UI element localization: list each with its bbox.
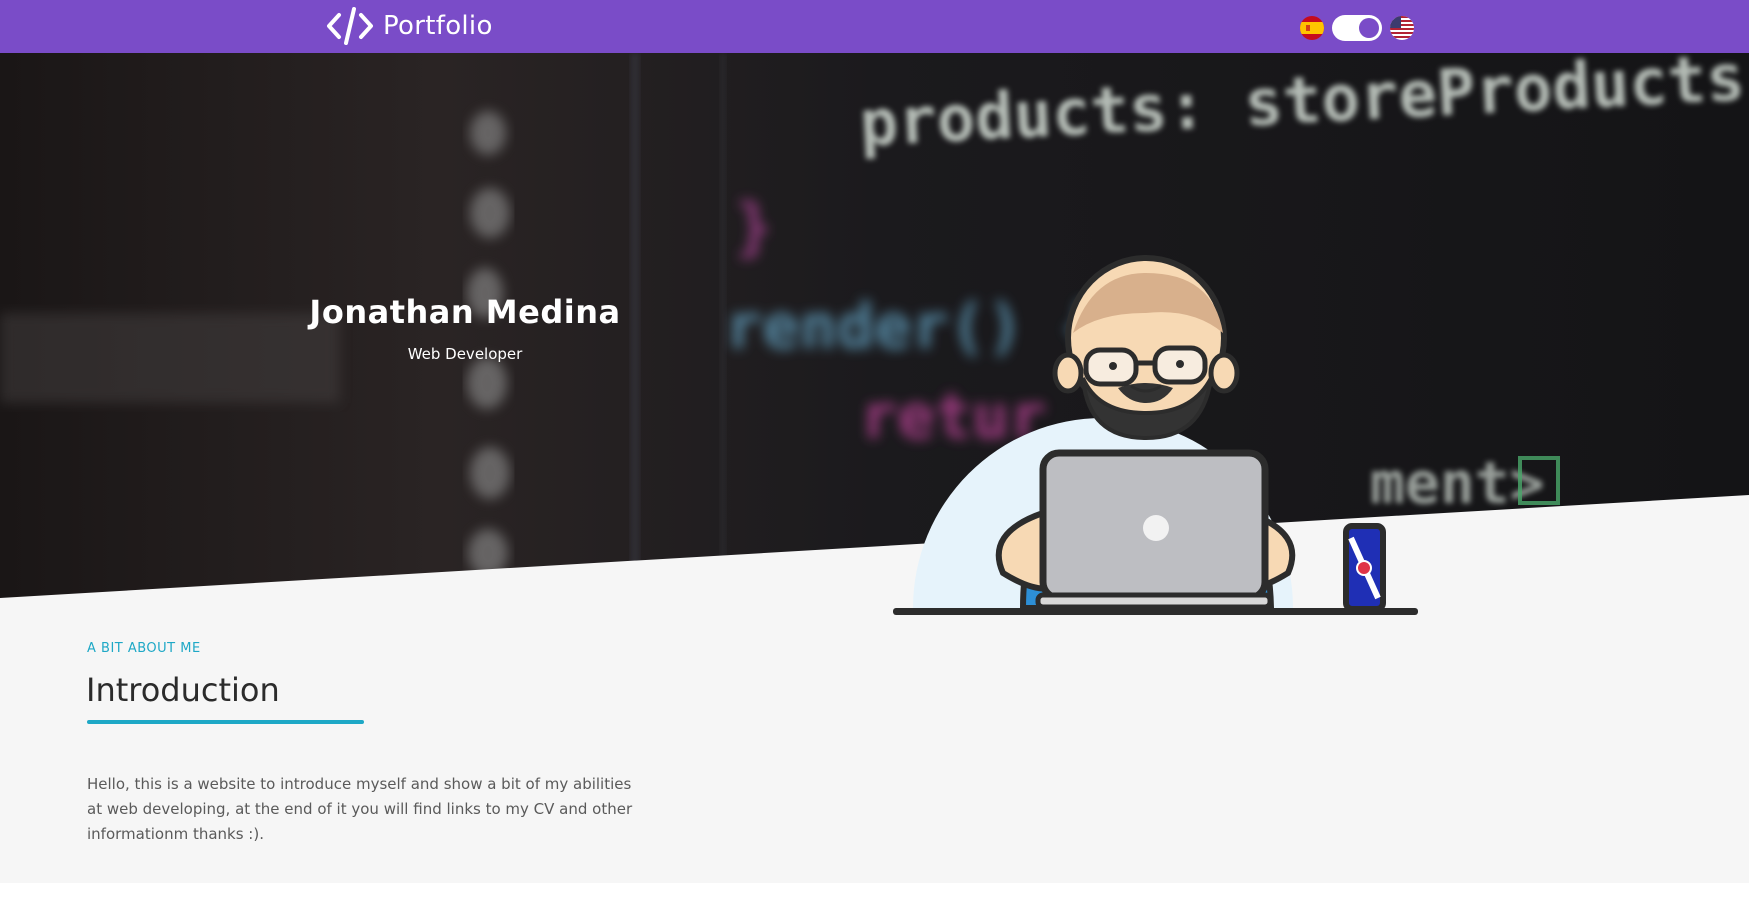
section-title: Introduction [86,671,280,709]
top-navbar: Portfolio [0,0,1749,53]
brand-name: Portfolio [383,11,493,41]
about-section: A BIT ABOUT ME Introduction Hello, this … [0,613,1749,883]
hero-background-image: products: storeProducts render() { retur… [0,53,1749,613]
spain-flag-icon[interactable] [1300,16,1324,40]
hero-text: Jonathan Medina Web Developer [300,293,630,363]
brand-link[interactable]: Portfolio [325,5,493,47]
svg-text:}: } [735,190,772,263]
language-switcher [1300,14,1414,42]
language-toggle[interactable] [1332,15,1382,41]
title-underline [87,720,364,724]
developer-illustration [893,255,1418,615]
about-eyebrow: A BIT ABOUT ME [87,641,201,656]
hero-role: Web Developer [407,345,523,363]
toggle-knob [1359,18,1379,38]
hero-section: products: storeProducts render() { retur… [0,53,1749,613]
intro-text: Hello, this is a website to introduce my… [87,775,633,843]
code-icon [327,7,373,45]
us-flag-icon[interactable] [1390,16,1414,40]
hero-name: Jonathan Medina [309,293,621,331]
